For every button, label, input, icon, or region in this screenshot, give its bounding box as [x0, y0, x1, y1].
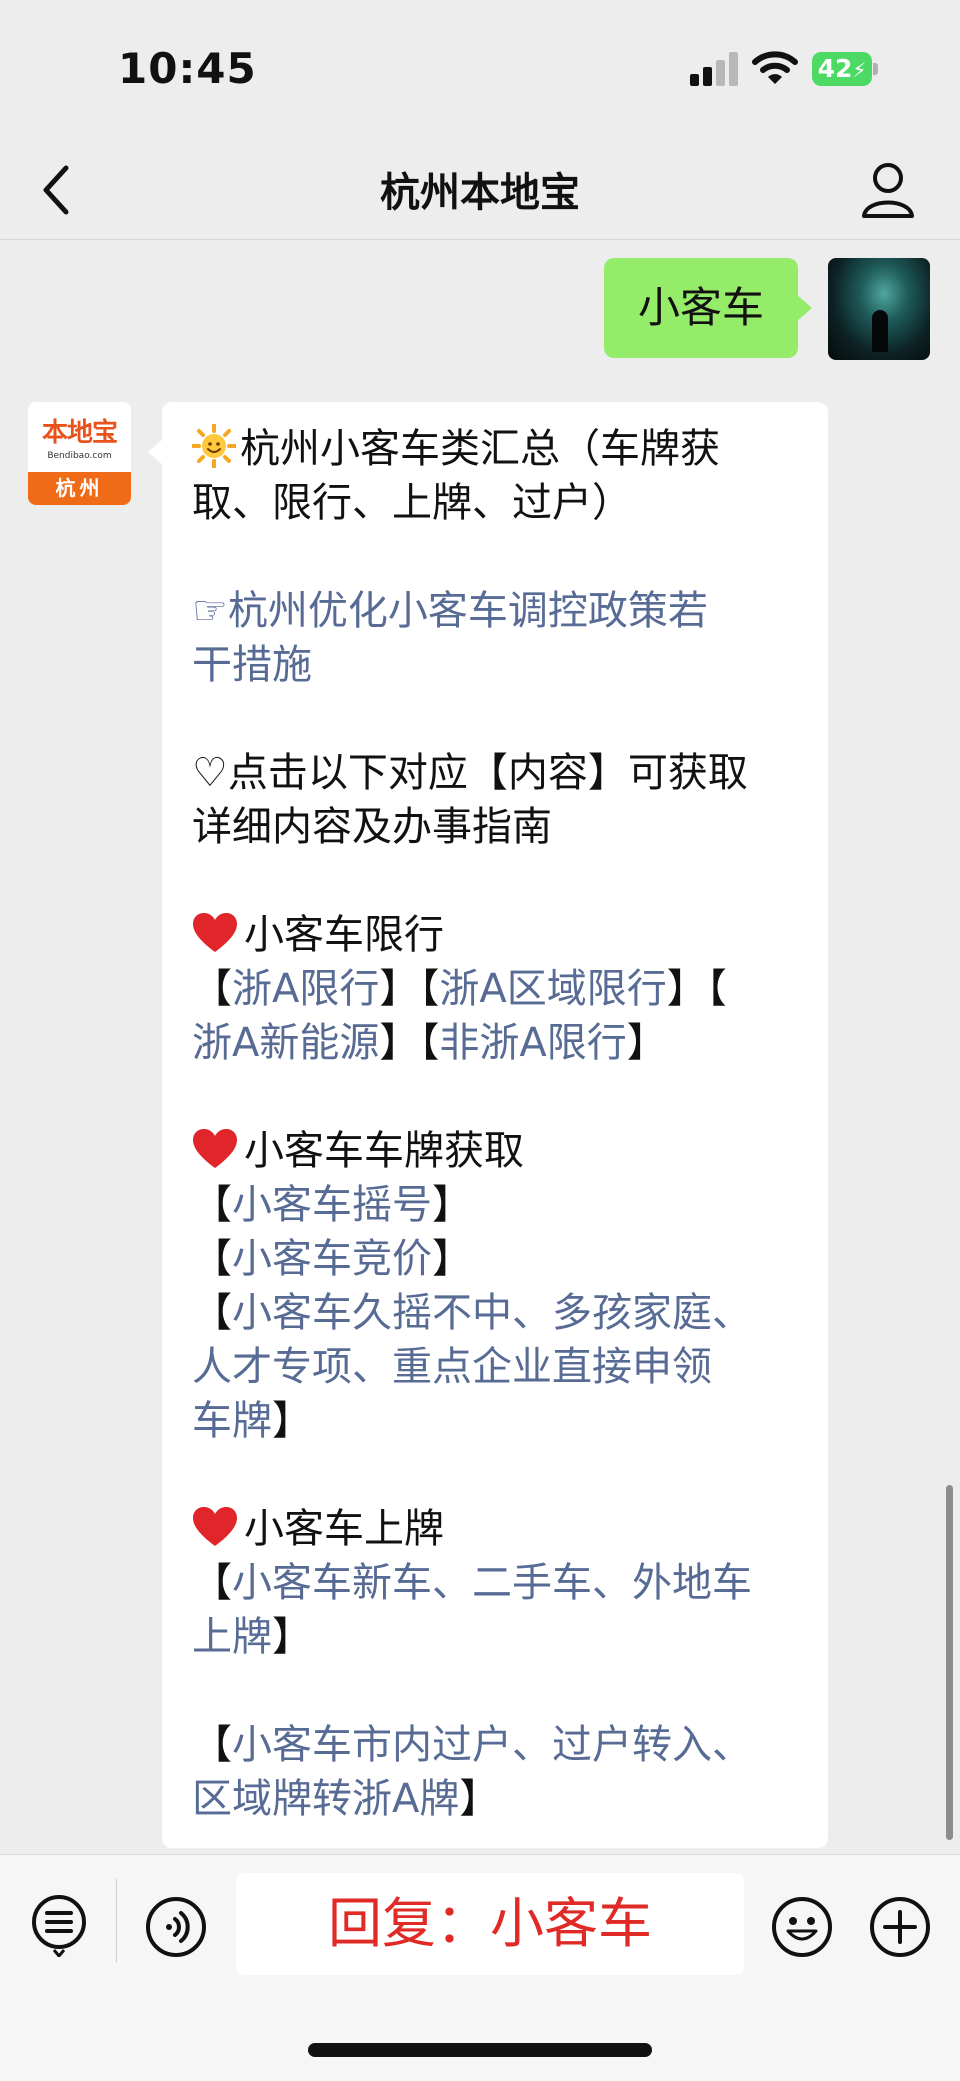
scrollbar[interactable] — [946, 1485, 953, 1840]
bracket: 【 — [192, 1560, 232, 1606]
plus-icon[interactable] — [868, 1895, 932, 1959]
battery-icon: 42⚡ — [812, 52, 878, 86]
avatar-city-label: 杭州 — [28, 472, 131, 505]
bracket: 】【 — [666, 966, 727, 1012]
bracket: 】【 — [379, 1020, 440, 1066]
bot-avatar[interactable]: 本地宝 Bendibao.com 杭州 — [28, 402, 131, 505]
menu-icon[interactable] — [30, 1893, 88, 1957]
bracket: 【 — [192, 1722, 232, 1768]
heart-emoji-icon — [193, 913, 237, 952]
hint-text-line2: 详细内容及办事指南 — [192, 804, 552, 850]
bracket: 】 — [432, 1182, 472, 1228]
profile-icon[interactable] — [860, 160, 916, 220]
emoji-icon[interactable] — [770, 1895, 834, 1959]
summary-title-line2: 取、限行、上牌、过户） — [192, 480, 632, 526]
divider — [116, 1879, 117, 1963]
bracket: 】【 — [379, 966, 440, 1012]
link-car-registration[interactable]: 小客车新车、二手车、外地车 — [232, 1560, 752, 1606]
policy-link[interactable]: ☞杭州优化小客车调控政策若 — [192, 588, 708, 634]
cellular-signal-icon — [690, 52, 740, 86]
link-car-lottery[interactable]: 小客车摇号 — [232, 1182, 432, 1228]
heart-emoji-icon — [193, 1507, 237, 1546]
home-indicator — [308, 2043, 652, 2057]
link-zhe-a-new-energy[interactable]: 浙A新能源 — [192, 1020, 379, 1066]
section-restrict-title: 小客车限行 — [244, 912, 444, 958]
outgoing-message-bubble[interactable]: 小客车 — [604, 258, 812, 358]
battery-level: 42⚡ — [812, 52, 872, 86]
bracket: 】 — [272, 1398, 312, 1444]
link-direct-plate-application[interactable]: 小客车久摇不中、多孩家庭、 — [232, 1290, 752, 1336]
link-car-transfer-cont[interactable]: 区域牌转浙A牌 — [192, 1776, 459, 1822]
nav-bar: 杭州本地宝 — [0, 140, 960, 240]
wifi-icon — [752, 51, 798, 84]
link-car-bidding[interactable]: 小客车竞价 — [232, 1236, 432, 1282]
status-time: 10:45 — [118, 44, 257, 93]
section-register-title: 小客车上牌 — [244, 1506, 444, 1552]
link-car-transfer[interactable]: 小客车市内过户、过户转入、 — [232, 1722, 752, 1768]
link-direct-plate-application-cont[interactable]: 人才专项、重点企业直接申领 — [192, 1344, 712, 1390]
link-car-registration-cont[interactable]: 上牌 — [192, 1614, 272, 1660]
bracket: 【 — [192, 1236, 232, 1282]
chat-title: 杭州本地宝 — [380, 170, 580, 216]
avatar-logo-text: 本地宝 — [41, 418, 118, 448]
policy-link-cont[interactable]: 干措施 — [192, 642, 312, 688]
bracket: 】 — [459, 1776, 500, 1822]
bracket: 【 — [192, 1182, 232, 1228]
section-plate-title: 小客车车牌获取 — [244, 1128, 524, 1174]
bracket: 】 — [626, 1020, 667, 1066]
incoming-message-bubble: 杭州小客车类汇总（车牌获 取、限行、上牌、过户） ☞杭州优化小客车调控政策若 干… — [148, 402, 828, 1848]
bracket: 【 — [192, 966, 232, 1012]
link-zhe-a-area-restriction[interactable]: 浙A区域限行 — [439, 966, 666, 1012]
bracket: 】 — [432, 1236, 472, 1282]
summary-title-line1: 杭州小客车类汇总（车牌获 — [240, 426, 720, 472]
bracket: 【 — [192, 1290, 232, 1336]
bracket: 】 — [272, 1614, 312, 1660]
voice-icon[interactable] — [144, 1895, 208, 1959]
user-avatar[interactable] — [828, 258, 930, 360]
heart-emoji-icon — [193, 1129, 237, 1168]
avatar-logo-sub: Bendibao.com — [47, 451, 112, 461]
link-direct-plate-application-cont[interactable]: 车牌 — [192, 1398, 272, 1444]
message-input[interactable]: 回复：小客车 — [236, 1873, 744, 1975]
link-zhe-a-restriction[interactable]: 浙A限行 — [232, 966, 379, 1012]
sun-emoji-icon — [192, 424, 236, 468]
link-non-zhe-a-restriction[interactable]: 非浙A限行 — [439, 1020, 626, 1066]
status-bar: 10:45 42⚡ — [0, 0, 960, 140]
hint-text-line1: ♡点击以下对应【内容】可获取 — [192, 750, 748, 796]
